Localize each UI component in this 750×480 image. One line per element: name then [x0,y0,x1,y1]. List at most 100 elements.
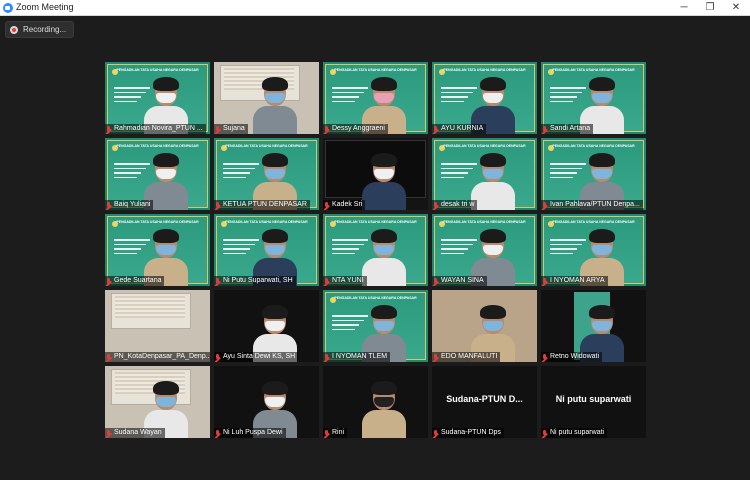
participant-name: Rahmadian Novira_PTUN ... [114,125,203,132]
participant-tile[interactable]: PENGADILAN TATA USAHA NEGARA DENPASAR Des… [323,62,428,134]
mic-muted-icon [542,125,547,133]
mic-muted-icon [106,429,111,437]
participant-name-label: I NYOMAN TLEM [323,352,391,362]
slide-header: PENGADILAN TATA USAHA NEGARA DENPASAR [334,220,417,224]
participant-name-label: Rahmadian Novira_PTUN ... [105,124,206,134]
participant-tile[interactable]: PENGADILAN TATA USAHA NEGARA DENPASAR Ni … [214,214,319,286]
slide-header: PENGADILAN TATA USAHA NEGARA DENPASAR [443,68,526,72]
participant-name-label: NTA YUNI [323,276,367,286]
participant-name-label: Baiq Yuliani [105,200,154,210]
participant-name: Ni Putu Suparwati, SH [223,277,293,284]
slide-header: PENGADILAN TATA USAHA NEGARA DENPASAR [225,220,308,224]
participant-tile[interactable]: PENGADILAN TATA USAHA NEGARA DENPASAR KET… [214,138,319,210]
close-button[interactable]: ✕ [723,0,749,16]
participant-tile[interactable]: Retno Widowati [541,290,646,362]
slide-header: PENGADILAN TATA USAHA NEGARA DENPASAR [334,68,417,72]
participant-tile[interactable]: Sudana Wayan [105,366,210,438]
mic-muted-icon [106,353,111,361]
mic-muted-icon [324,201,329,209]
participant-name: KETUA PTUN DENPASAR [223,201,307,208]
participant-tile[interactable]: PENGADILAN TATA USAHA NEGARA DENPASAR I N… [323,290,428,362]
participant-name-label: Sudana-PTUN Dps [432,428,504,438]
meeting-stage: Recording... PENGADILAN TATA USAHA NEGAR… [0,16,750,480]
mic-muted-icon [324,125,329,133]
participant-tile[interactable]: Rini [323,366,428,438]
participant-name: PN_KotaDenpasar_PA_Denp... [114,353,210,360]
participant-tile[interactable]: PENGADILAN TATA USAHA NEGARA DENPASAR San… [541,62,646,134]
title-bar: Zoom Meeting ─ ❐ ✕ [0,0,750,16]
participant-name: Dessy Anggraeni [332,125,385,132]
mic-muted-icon [215,353,220,361]
mic-muted-icon [542,277,547,285]
slide-header: PENGADILAN TATA USAHA NEGARA DENPASAR [552,68,635,72]
participant-tile[interactable]: PENGADILAN TATA USAHA NEGARA DENPASAR Bai… [105,138,210,210]
mic-muted-icon [433,125,438,133]
participant-name: Sujana [223,125,245,132]
participant-name-label: Ni Luh Puspa Dewi [214,428,286,438]
participant-tile[interactable]: Sudana-PTUN D... Sudana-PTUN Dps [432,366,537,438]
slide-header: PENGADILAN TATA USAHA NEGARA DENPASAR [116,144,199,148]
participant-name-label: Kadek Sri [323,200,366,210]
participant-name-label: KETUA PTUN DENPASAR [214,200,310,210]
participant-tile[interactable]: PENGADILAN TATA USAHA NEGARA DENPASAR WAY… [432,214,537,286]
participant-name-label: Rini [323,428,348,438]
participant-tile[interactable]: PENGADILAN TATA USAHA NEGARA DENPASAR NTA… [323,214,428,286]
mic-muted-icon [215,125,220,133]
participant-tile[interactable]: PENGADILAN TATA USAHA NEGARA DENPASAR Iva… [541,138,646,210]
participant-video [361,152,407,210]
participant-name: I NYOMAN ARYA [550,277,605,284]
participant-tile[interactable]: EDO MANFALUTI [432,290,537,362]
participant-tile[interactable]: PN_KotaDenpasar_PA_Denp... [105,290,210,362]
participant-name: EDO MANFALUTI [441,353,498,360]
participant-name: Ni putu suparwati [550,429,605,436]
mic-muted-icon [215,429,220,437]
zoom-logo-icon [3,3,13,13]
recording-label: Recording... [23,25,67,34]
slide-header: PENGADILAN TATA USAHA NEGARA DENPASAR [116,220,199,224]
mic-muted-icon [542,429,547,437]
maximize-button[interactable]: ❐ [697,0,723,16]
participant-name-label: Ni Putu Suparwati, SH [214,276,296,286]
participant-name: WAYAN SINA [441,277,484,284]
participant-name: NTA YUNI [332,277,364,284]
participant-tile[interactable]: Ni putu suparwati Ni putu suparwati [541,366,646,438]
slide-header: PENGADILAN TATA USAHA NEGARA DENPASAR [116,68,199,72]
participant-name: Sudana Wayan [114,429,162,436]
mic-muted-icon [324,277,329,285]
slide-header: PENGADILAN TATA USAHA NEGARA DENPASAR [443,144,526,148]
participant-name: Retno Widowati [550,353,600,360]
slide-header: PENGADILAN TATA USAHA NEGARA DENPASAR [225,144,308,148]
mic-muted-icon [215,201,220,209]
participant-name: Ayu Sinta Dewi KS, SH [223,353,296,360]
participant-name: desak tri w [441,201,475,208]
participant-video [252,76,298,134]
participant-name-label: AYU KURNIA [432,124,487,134]
participant-tile[interactable]: PENGADILAN TATA USAHA NEGARA DENPASAR Ged… [105,214,210,286]
participant-name-label: Gede Suartana [105,276,165,286]
participant-tile[interactable]: PENGADILAN TATA USAHA NEGARA DENPASAR I N… [541,214,646,286]
participant-video [361,380,407,438]
mic-muted-icon [542,201,547,209]
participant-tile[interactable]: Sujana [214,62,319,134]
participant-name-label: Sujana [214,124,248,134]
participant-name-label: desak tri w [432,200,478,210]
mic-muted-icon [106,277,111,285]
participant-name: Kadek Sri [332,201,363,208]
mic-muted-icon [433,353,438,361]
participant-tile[interactable]: PENGADILAN TATA USAHA NEGARA DENPASAR des… [432,138,537,210]
participant-tile[interactable]: Kadek Sri [323,138,428,210]
mic-muted-icon [542,353,547,361]
participant-tile[interactable]: PENGADILAN TATA USAHA NEGARA DENPASAR Rah… [105,62,210,134]
participant-tile[interactable]: Ni Luh Puspa Dewi [214,366,319,438]
participant-name-label: Sandi Artana [541,124,594,134]
participant-tile[interactable]: Ayu Sinta Dewi KS, SH [214,290,319,362]
participant-name: Sudana-PTUN Dps [441,429,501,436]
minimize-button[interactable]: ─ [671,0,697,16]
participant-name-label: Ni putu suparwati [541,428,608,438]
recording-indicator[interactable]: Recording... [5,21,75,38]
slide-header: PENGADILAN TATA USAHA NEGARA DENPASAR [334,296,417,300]
mic-muted-icon [215,277,220,285]
participant-name-label: Dessy Anggraeni [323,124,388,134]
camera-off-name: Ni putu suparwati [555,394,632,404]
participant-tile[interactable]: PENGADILAN TATA USAHA NEGARA DENPASAR AYU… [432,62,537,134]
